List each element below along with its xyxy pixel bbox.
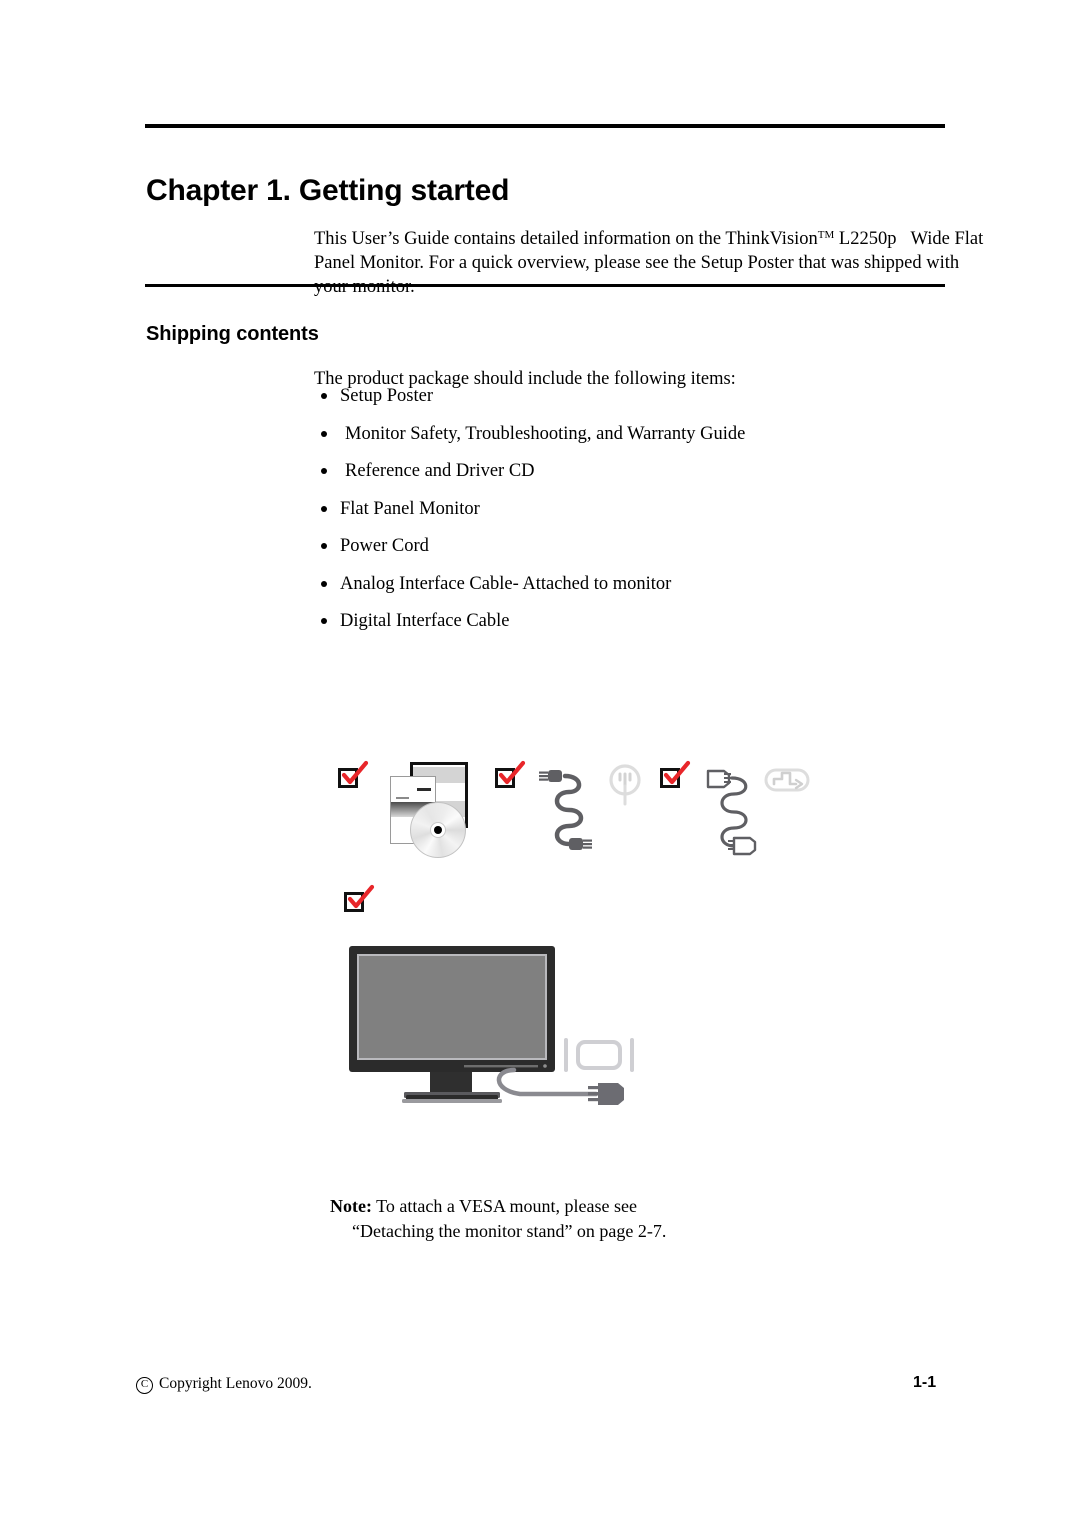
list-item: Digital Interface Cable xyxy=(318,609,745,647)
list-item: Reference and Driver CD xyxy=(318,459,745,497)
signal-cable-illustration xyxy=(700,762,820,862)
list-item-label: Digital Interface Cable xyxy=(340,611,510,631)
red-checkmark-icon xyxy=(663,760,691,785)
section-heading-shipping-contents: Shipping contents xyxy=(146,322,319,345)
bullet-dot-icon xyxy=(321,618,327,624)
bullet-dot-icon xyxy=(321,393,327,399)
red-checkmark-icon xyxy=(341,760,369,785)
list-item: Setup Poster xyxy=(318,384,745,422)
page-title: Chapter 1. Getting started xyxy=(146,174,510,208)
list-item-label: Setup Poster xyxy=(340,386,434,406)
intro-text-part1: This User’s Guide contains detailed info… xyxy=(314,228,818,249)
bullet-dot-icon xyxy=(321,543,327,549)
digital-signal-ghost-icon xyxy=(764,768,810,792)
footer-copyright: C Copyright Lenovo 2009. xyxy=(136,1375,312,1394)
red-checkmark-icon xyxy=(498,760,526,785)
monitor-screen xyxy=(359,956,545,1058)
list-item-label: Analog Interface Cable- Attached to moni… xyxy=(340,573,672,594)
bullet-dot-icon xyxy=(321,430,327,437)
intro-model-number: L2250p xyxy=(838,228,897,249)
bullet-dot-icon xyxy=(321,505,327,512)
list-item-label: Monitor Safety, Troubleshooting, and War… xyxy=(345,423,746,444)
list-item: Flat Panel Monitor xyxy=(318,497,745,535)
flat-panel-monitor-illustration xyxy=(349,946,634,1105)
connector-end-bottom xyxy=(728,836,757,856)
header-rule xyxy=(145,124,945,128)
note-label: Note: xyxy=(330,1196,372,1216)
wall-outlet-ghost-icon xyxy=(609,764,641,806)
copyright-symbol-icon: C xyxy=(136,1377,153,1394)
list-item: Analog Interface Cable- Attached to moni… xyxy=(318,572,745,610)
vesa-mount-note: Note: To attach a VESA mount, please see… xyxy=(330,1194,666,1244)
note-line-1: To attach a VESA mount, please see xyxy=(371,1196,638,1216)
power-cord-illustration xyxy=(535,762,655,862)
power-led-icon xyxy=(543,1064,547,1068)
checkbox-checked-power-cord xyxy=(495,760,526,790)
copyright-text: Copyright Lenovo 2009. xyxy=(159,1375,312,1392)
list-item-label: Power Cord xyxy=(340,536,429,556)
list-item: Monitor Safety, Troubleshooting, and War… xyxy=(318,422,745,460)
video-port-ghost-icon xyxy=(564,1038,634,1072)
bullet-dot-icon xyxy=(321,468,327,474)
red-checkmark-icon xyxy=(347,884,375,909)
list-item-label: Reference and Driver CD xyxy=(345,461,535,481)
checkbox-checked-monitor xyxy=(344,884,375,914)
analog-cable-line xyxy=(496,1067,599,1097)
shipping-contents-list: Setup Poster Monitor Safety, Troubleshoo… xyxy=(318,384,745,647)
intro-paragraph: This User’s Guide contains detailed info… xyxy=(314,223,994,299)
intro-text-wide: Wide xyxy=(910,228,950,249)
shipping-contents-illustration xyxy=(330,752,830,1132)
page-number: 1-1 xyxy=(913,1374,937,1391)
vga-connector-icon xyxy=(588,1083,624,1105)
connector-end-top xyxy=(706,769,731,789)
plug-end-top xyxy=(539,770,562,782)
power-cord-icon xyxy=(539,764,641,850)
monitor-neck xyxy=(430,1072,472,1092)
checkbox-checked-signal-cable xyxy=(660,760,691,790)
checkbox-checked-documents xyxy=(338,760,369,790)
interface-cable-icon xyxy=(706,768,810,856)
driver-cd-icon xyxy=(410,802,466,858)
list-item: Power Cord xyxy=(318,534,745,572)
documents-and-cd-illustration xyxy=(384,762,468,860)
trademark-symbol: TM xyxy=(817,228,835,241)
note-line-2: “Detaching the monitor stand” on page 2-… xyxy=(352,1221,667,1241)
bullet-dot-icon xyxy=(321,580,327,587)
plug-end-bottom xyxy=(569,838,592,850)
list-item-label: Flat Panel Monitor xyxy=(340,498,480,519)
